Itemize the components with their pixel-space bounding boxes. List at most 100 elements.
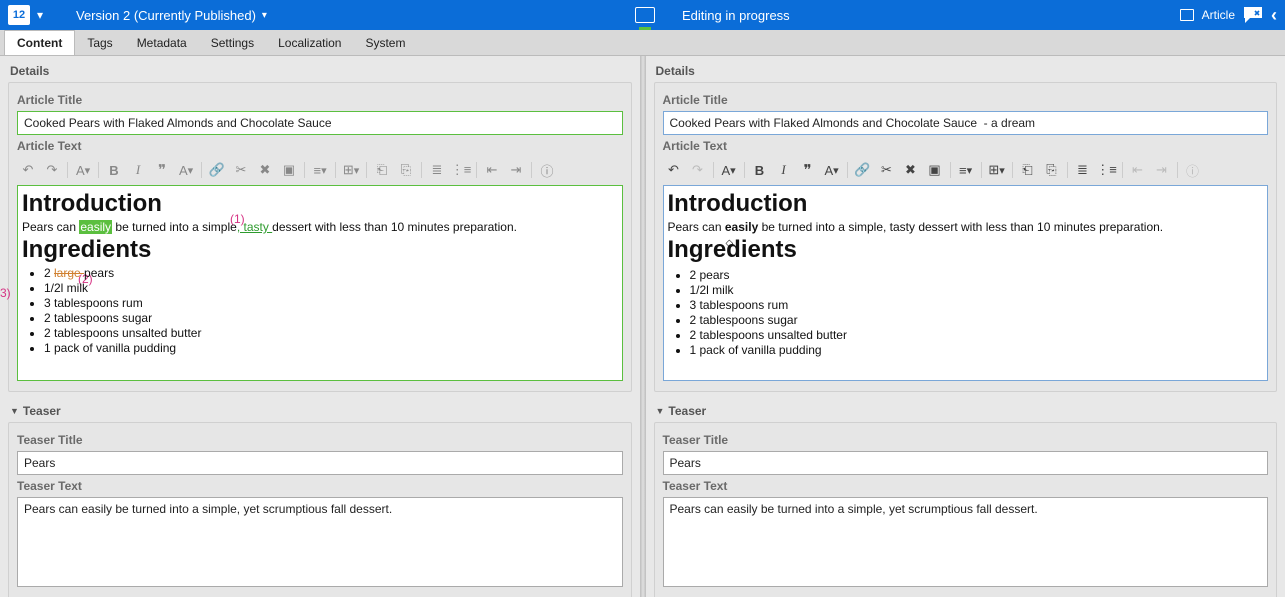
quote-icon[interactable]: ❞ [799, 161, 817, 179]
ingredients-list: 2 pears 1/2l milk 3 tablespoons rum 2 ta… [690, 268, 1252, 357]
ol-icon[interactable]: ≣ [1074, 161, 1092, 179]
link-icon[interactable]: 🔗 [208, 161, 226, 179]
list-item: 1/2l milk [44, 281, 606, 295]
unlink-icon[interactable]: ✂ [878, 161, 896, 179]
intro-heading: Introduction [22, 190, 606, 218]
list-item: 1 pack of vanilla pudding [44, 341, 606, 355]
align-icon[interactable]: ≡▾ [957, 161, 975, 179]
teaser-text-input[interactable]: Pears can easily be turned into a simple… [17, 497, 623, 587]
table-icon[interactable]: ⊞▾ [342, 161, 360, 179]
intro-paragraph: Pears can easily be turned into a simple… [22, 220, 606, 234]
indent-icon[interactable]: ⇥ [1153, 161, 1171, 179]
editor-area[interactable]: Introduction Pears can easily be turned … [663, 185, 1269, 381]
font-icon[interactable]: A▾ [720, 161, 738, 179]
outdent-icon[interactable]: ⇤ [483, 161, 501, 179]
link-icon[interactable]: 🔗 [854, 161, 872, 179]
details-header: Details [8, 60, 632, 82]
image-icon[interactable]: ▣ [280, 161, 298, 179]
list-item: 3 tablespoons rum [44, 296, 606, 310]
logo-dropdown-icon[interactable]: ▾ [34, 8, 46, 22]
align-icon[interactable]: ≡▾ [311, 161, 329, 179]
ol-icon[interactable]: ≣ [428, 161, 446, 179]
unlink-icon[interactable]: ✂ [232, 161, 250, 179]
italic-icon[interactable]: I [775, 161, 793, 179]
list-item: 2 large pears [44, 266, 606, 280]
table-icon[interactable]: ⊞▾ [988, 161, 1006, 179]
list-item: 2 tablespoons sugar [690, 313, 1252, 327]
app-logo: 12 [8, 5, 30, 25]
article-title-input[interactable] [663, 111, 1269, 135]
teaser-group: Teaser Title Teaser Text Pears can easil… [654, 422, 1278, 597]
editor-toolbar: ↶ ↷ A▾ B I ❞ A▾ 🔗 ✂ ✖ ▣ ≡▾ ⊞▾ ⎗ ⎘ [17, 157, 623, 185]
list-item: 2 pears [690, 268, 1252, 282]
ul-icon[interactable]: ⋮≡ [452, 161, 470, 179]
teaser-title-input[interactable] [663, 451, 1269, 475]
compare-icon[interactable] [630, 0, 660, 30]
tab-content[interactable]: Content [4, 30, 75, 55]
row-before-icon[interactable]: ⎗ [1019, 161, 1037, 179]
article-title-label: Article Title [17, 93, 623, 107]
undo-icon[interactable]: ↶ [19, 161, 37, 179]
outdent-icon[interactable]: ⇤ [1129, 161, 1147, 179]
undo-icon[interactable]: ↶ [665, 161, 683, 179]
list-item: 2 tablespoons unsalted butter [44, 326, 606, 340]
comments-icon[interactable] [1243, 6, 1263, 24]
list-item: 1 pack of vanilla pudding [690, 343, 1252, 357]
highlight-mark: easily [79, 220, 112, 234]
redo-icon[interactable]: ↷ [43, 161, 61, 179]
ingredients-heading: Ingredients [668, 236, 1252, 264]
save-icon[interactable] [1180, 9, 1194, 21]
info-icon[interactable]: ⓘ [538, 161, 556, 179]
tab-system[interactable]: System [353, 31, 417, 55]
chevron-down-icon: ▼ [10, 406, 19, 416]
italic-icon[interactable]: I [129, 161, 147, 179]
indent-icon[interactable]: ⇥ [507, 161, 525, 179]
left-pane: Details Article Title Article Text ↶ ↷ A… [0, 56, 640, 597]
font-icon[interactable]: A▾ [74, 161, 92, 179]
ingredients-list: 2 large pears 1/2l milk 3 tablespoons ru… [44, 266, 606, 355]
article-text-label: Article Text [663, 139, 1269, 153]
teaser-group: Teaser Title Teaser Text Pears can easil… [8, 422, 632, 597]
editing-status: Editing in progress [682, 8, 790, 23]
tab-settings[interactable]: Settings [199, 31, 266, 55]
clear-format-icon[interactable]: ✖ [256, 161, 274, 179]
collapse-right-icon[interactable]: ‹ [1271, 5, 1277, 26]
teaser-section-toggle[interactable]: ▼ Teaser [654, 398, 1278, 422]
row-before-icon[interactable]: ⎗ [373, 161, 391, 179]
list-item: 1/2l milk [690, 283, 1252, 297]
intro-heading: Introduction [668, 190, 1252, 218]
image-icon[interactable]: ▣ [926, 161, 944, 179]
info-icon[interactable]: ⓘ [1184, 161, 1202, 179]
ul-icon[interactable]: ⋮≡ [1098, 161, 1116, 179]
annotation-3: (3) [0, 286, 11, 300]
bold-icon[interactable]: B [105, 161, 123, 179]
teaser-title-input[interactable] [17, 451, 623, 475]
text-color-icon[interactable]: A▾ [823, 161, 841, 179]
row-after-icon[interactable]: ⎘ [1043, 161, 1061, 179]
version-label[interactable]: Version 2 (Currently Published) [76, 8, 256, 23]
right-pane: Details Article Title Article Text ↶ ↷ A… [646, 56, 1285, 597]
article-text-label: Article Text [17, 139, 623, 153]
teaser-title-label: Teaser Title [17, 433, 623, 447]
editor-content[interactable]: Introduction Pears can easily be turned … [18, 186, 622, 380]
tab-localization[interactable]: Localization [266, 31, 353, 55]
redo-icon[interactable]: ↷ [689, 161, 707, 179]
row-after-icon[interactable]: ⎘ [397, 161, 415, 179]
editor-content[interactable]: Introduction Pears can easily be turned … [664, 186, 1268, 380]
delete-mark: large [54, 266, 84, 280]
teaser-text-input[interactable]: Pears can easily be turned into a simple… [663, 497, 1269, 587]
tab-metadata[interactable]: Metadata [125, 31, 199, 55]
text-color-icon[interactable]: A▾ [177, 161, 195, 179]
details-header: Details [654, 60, 1278, 82]
clear-format-icon[interactable]: ✖ [902, 161, 920, 179]
version-dropdown-icon[interactable]: ▾ [262, 10, 267, 21]
bold-icon[interactable]: B [751, 161, 769, 179]
article-title-input[interactable] [17, 111, 623, 135]
teaser-text-label: Teaser Text [17, 479, 623, 493]
list-item: 3 tablespoons rum [690, 298, 1252, 312]
list-item: 2 tablespoons unsalted butter [690, 328, 1252, 342]
tab-tags[interactable]: Tags [75, 31, 124, 55]
editor-area[interactable]: (1) (2) Introduction Pears can easily be… [17, 185, 623, 381]
quote-icon[interactable]: ❞ [153, 161, 171, 179]
teaser-section-toggle[interactable]: ▼ Teaser [8, 398, 632, 422]
